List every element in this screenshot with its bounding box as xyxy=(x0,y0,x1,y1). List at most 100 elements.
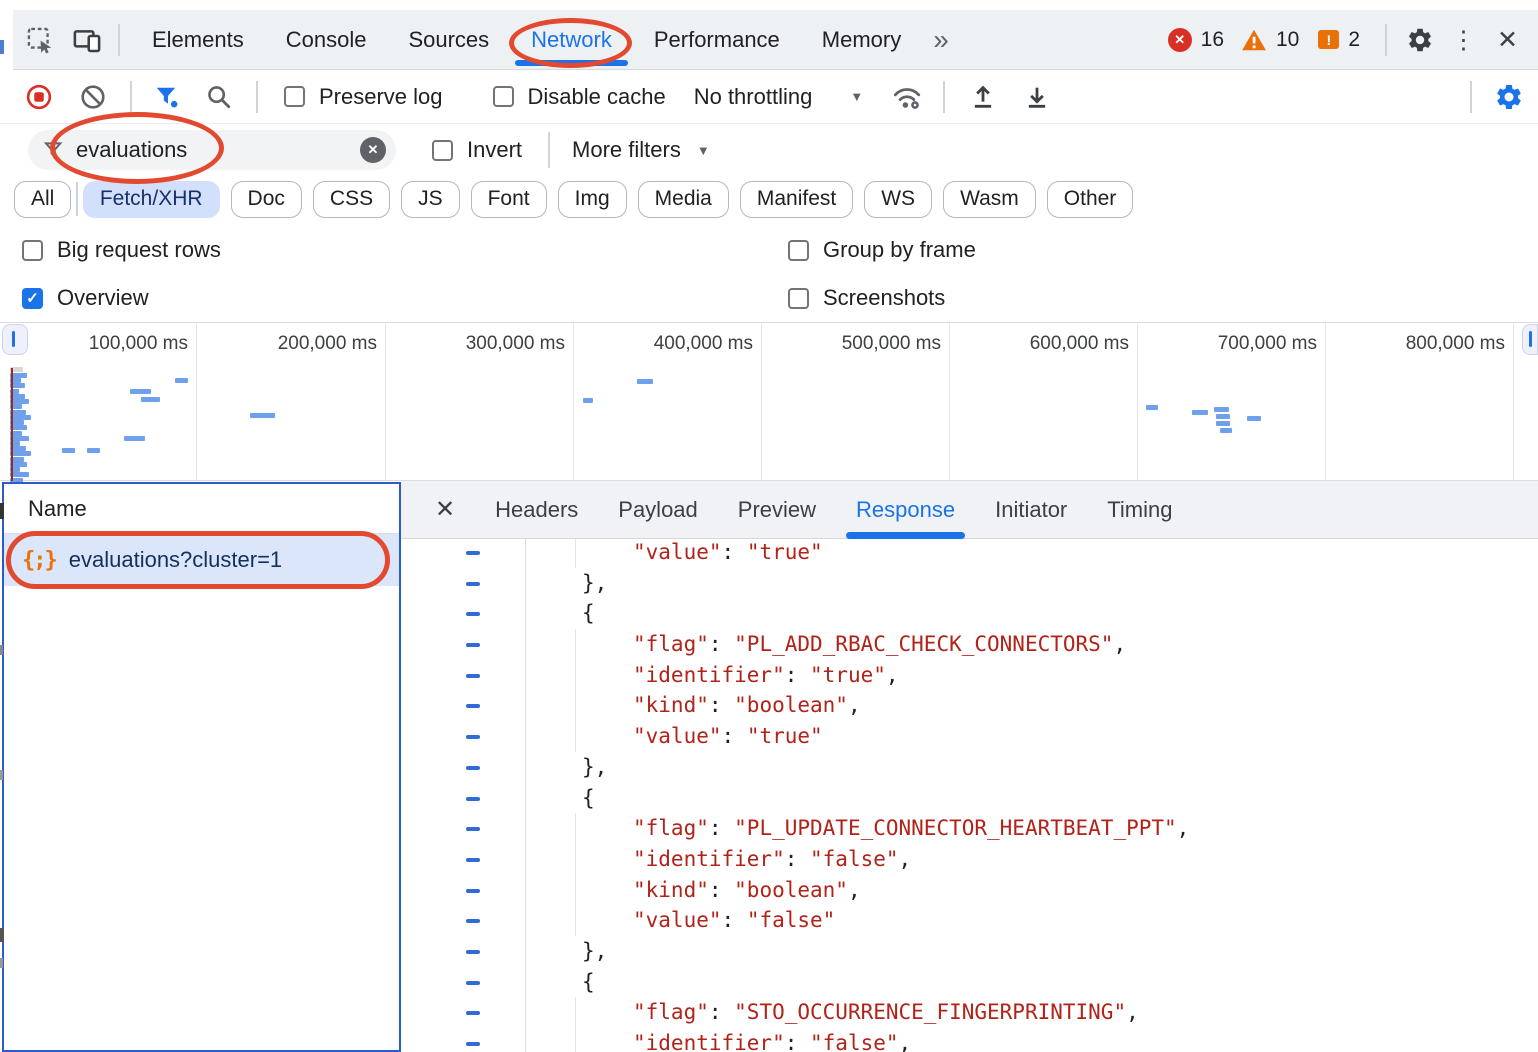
chip-wasm[interactable]: Wasm xyxy=(943,181,1036,218)
tick-label: 200,000 ms xyxy=(187,333,377,355)
settings-gear-icon[interactable] xyxy=(1406,26,1434,54)
checkbox-unchecked[interactable] xyxy=(788,240,809,261)
tab-memory[interactable]: Memory xyxy=(822,27,901,53)
chip-manifest[interactable]: Manifest xyxy=(740,181,853,218)
chip-other[interactable]: Other xyxy=(1047,181,1134,218)
chip-img[interactable]: Img xyxy=(558,181,627,218)
chip-all[interactable]: All xyxy=(14,181,71,218)
tab-network[interactable]: Network xyxy=(531,27,612,53)
divider xyxy=(256,81,258,113)
divider xyxy=(76,182,78,216)
checkbox-checked[interactable]: ✓ xyxy=(22,288,43,309)
network-conditions-icon[interactable] xyxy=(891,83,923,111)
page-behind-fragment xyxy=(0,770,3,780)
screenshots-checkbox[interactable]: Screenshots xyxy=(788,285,945,311)
warning-badge-icon[interactable] xyxy=(1241,28,1267,52)
network-overview-timeline[interactable]: 100,000 ms 200,000 ms 300,000 ms 400,000… xyxy=(0,322,1538,481)
request-timing-bar xyxy=(637,379,653,384)
tab-elements[interactable]: Elements xyxy=(152,27,244,53)
response-code-line: { xyxy=(401,598,1538,629)
overview-left-grip[interactable] xyxy=(2,324,28,355)
checkbox-unchecked[interactable] xyxy=(22,240,43,261)
divider xyxy=(943,81,945,113)
page-behind-fragment xyxy=(0,40,4,54)
kebab-menu-icon[interactable]: ⋮ xyxy=(1451,25,1476,55)
filter-icon[interactable] xyxy=(154,85,180,109)
big-request-rows-checkbox[interactable]: Big request rows xyxy=(22,237,221,263)
tab-headers[interactable]: Headers xyxy=(495,481,578,539)
inspect-element-icon[interactable] xyxy=(26,26,54,54)
response-json-content: "value": "true"},{"flag": "PL_ADD_RBAC_C… xyxy=(401,539,1538,1052)
request-row-selected[interactable]: {;} evaluations?cluster=1 xyxy=(4,534,399,586)
chip-ws[interactable]: WS xyxy=(864,181,932,218)
chip-font[interactable]: Font xyxy=(471,181,547,218)
group-by-frame-checkbox[interactable]: Group by frame xyxy=(788,237,976,263)
chip-css[interactable]: CSS xyxy=(313,181,390,218)
response-body-viewer[interactable]: "value": "true"},{"flag": "PL_ADD_RBAC_C… xyxy=(401,539,1538,1052)
close-devtools-icon[interactable]: ✕ xyxy=(1497,25,1518,55)
disable-cache-checkbox[interactable]: Disable cache xyxy=(493,84,666,110)
throttling-select[interactable]: No throttling xyxy=(694,84,813,110)
chip-js[interactable]: JS xyxy=(401,181,460,218)
issues-badge-icon[interactable]: ! xyxy=(1318,30,1339,49)
overview-checkbox[interactable]: ✓ Overview xyxy=(22,285,149,311)
resource-type-chips: All Fetch/XHR Doc CSS JS Font Img Media … xyxy=(0,176,1538,222)
filter-input[interactable]: evaluations ✕ xyxy=(28,130,396,170)
line-number-dash xyxy=(466,858,480,862)
request-detail-tabs: ✕ Headers Payload Preview Response Initi… xyxy=(401,481,1538,539)
chip-media[interactable]: Media xyxy=(638,181,729,218)
more-filters-button[interactable]: More filters xyxy=(572,137,681,163)
line-number-dash xyxy=(466,735,480,739)
divider xyxy=(1470,81,1472,113)
tab-payload[interactable]: Payload xyxy=(618,481,698,539)
network-settings-gear-icon[interactable] xyxy=(1494,82,1524,112)
request-timing-bar xyxy=(250,413,275,418)
import-har-icon[interactable] xyxy=(969,83,997,111)
tab-initiator[interactable]: Initiator xyxy=(995,481,1067,539)
checkbox-unchecked[interactable] xyxy=(493,86,514,107)
disable-cache-label: Disable cache xyxy=(528,84,666,110)
divider xyxy=(548,132,550,168)
search-icon[interactable] xyxy=(206,84,232,110)
issues-count[interactable]: 2 xyxy=(1348,28,1360,52)
close-detail-icon[interactable]: ✕ xyxy=(435,481,455,539)
clear-network-log-icon[interactable] xyxy=(80,84,106,110)
devtools-tabbar: Elements Console Sources Network Perform… xyxy=(0,10,1538,70)
export-har-icon[interactable] xyxy=(1023,83,1051,111)
line-number-dash xyxy=(466,981,480,985)
more-tabs-icon[interactable]: » xyxy=(933,26,949,54)
device-toolbar-icon[interactable] xyxy=(72,26,102,54)
tab-response[interactable]: Response xyxy=(856,481,955,539)
error-badge-icon[interactable]: ✕ xyxy=(1168,28,1192,52)
response-code-line: "identifier": "false", xyxy=(401,844,1538,875)
chevron-down-icon[interactable]: ▼ xyxy=(697,143,710,158)
name-column-header[interactable]: Name xyxy=(4,484,399,534)
request-timing-bar xyxy=(1192,410,1208,415)
record-network-log-icon[interactable] xyxy=(26,84,52,110)
chevron-down-icon[interactable]: ▼ xyxy=(850,89,863,104)
line-number-dash xyxy=(466,766,480,770)
divider xyxy=(118,24,120,56)
checkbox-unchecked[interactable] xyxy=(788,288,809,309)
tab-console[interactable]: Console xyxy=(286,27,367,53)
warning-count[interactable]: 10 xyxy=(1276,28,1299,52)
chip-doc[interactable]: Doc xyxy=(231,181,302,218)
tab-preview[interactable]: Preview xyxy=(738,481,816,539)
checkbox-unchecked[interactable] xyxy=(284,86,305,107)
request-timing-bar xyxy=(1216,421,1230,426)
tab-timing[interactable]: Timing xyxy=(1107,481,1172,539)
chip-fetch-xhr[interactable]: Fetch/XHR xyxy=(83,181,220,218)
request-timing-bar xyxy=(124,436,145,441)
line-number-dash xyxy=(466,950,480,954)
overview-right-grip[interactable] xyxy=(1522,324,1538,355)
gridline xyxy=(1513,323,1514,480)
tab-performance[interactable]: Performance xyxy=(654,27,780,53)
preserve-log-checkbox[interactable]: Preserve log xyxy=(284,84,443,110)
line-number-dash xyxy=(466,1011,480,1015)
error-count[interactable]: 16 xyxy=(1201,28,1224,52)
tab-sources[interactable]: Sources xyxy=(408,27,489,53)
invert-checkbox[interactable]: Invert xyxy=(432,137,522,163)
checkbox-unchecked[interactable] xyxy=(432,140,453,161)
filter-query-text[interactable]: evaluations xyxy=(76,137,360,163)
clear-filter-icon[interactable]: ✕ xyxy=(360,137,386,163)
